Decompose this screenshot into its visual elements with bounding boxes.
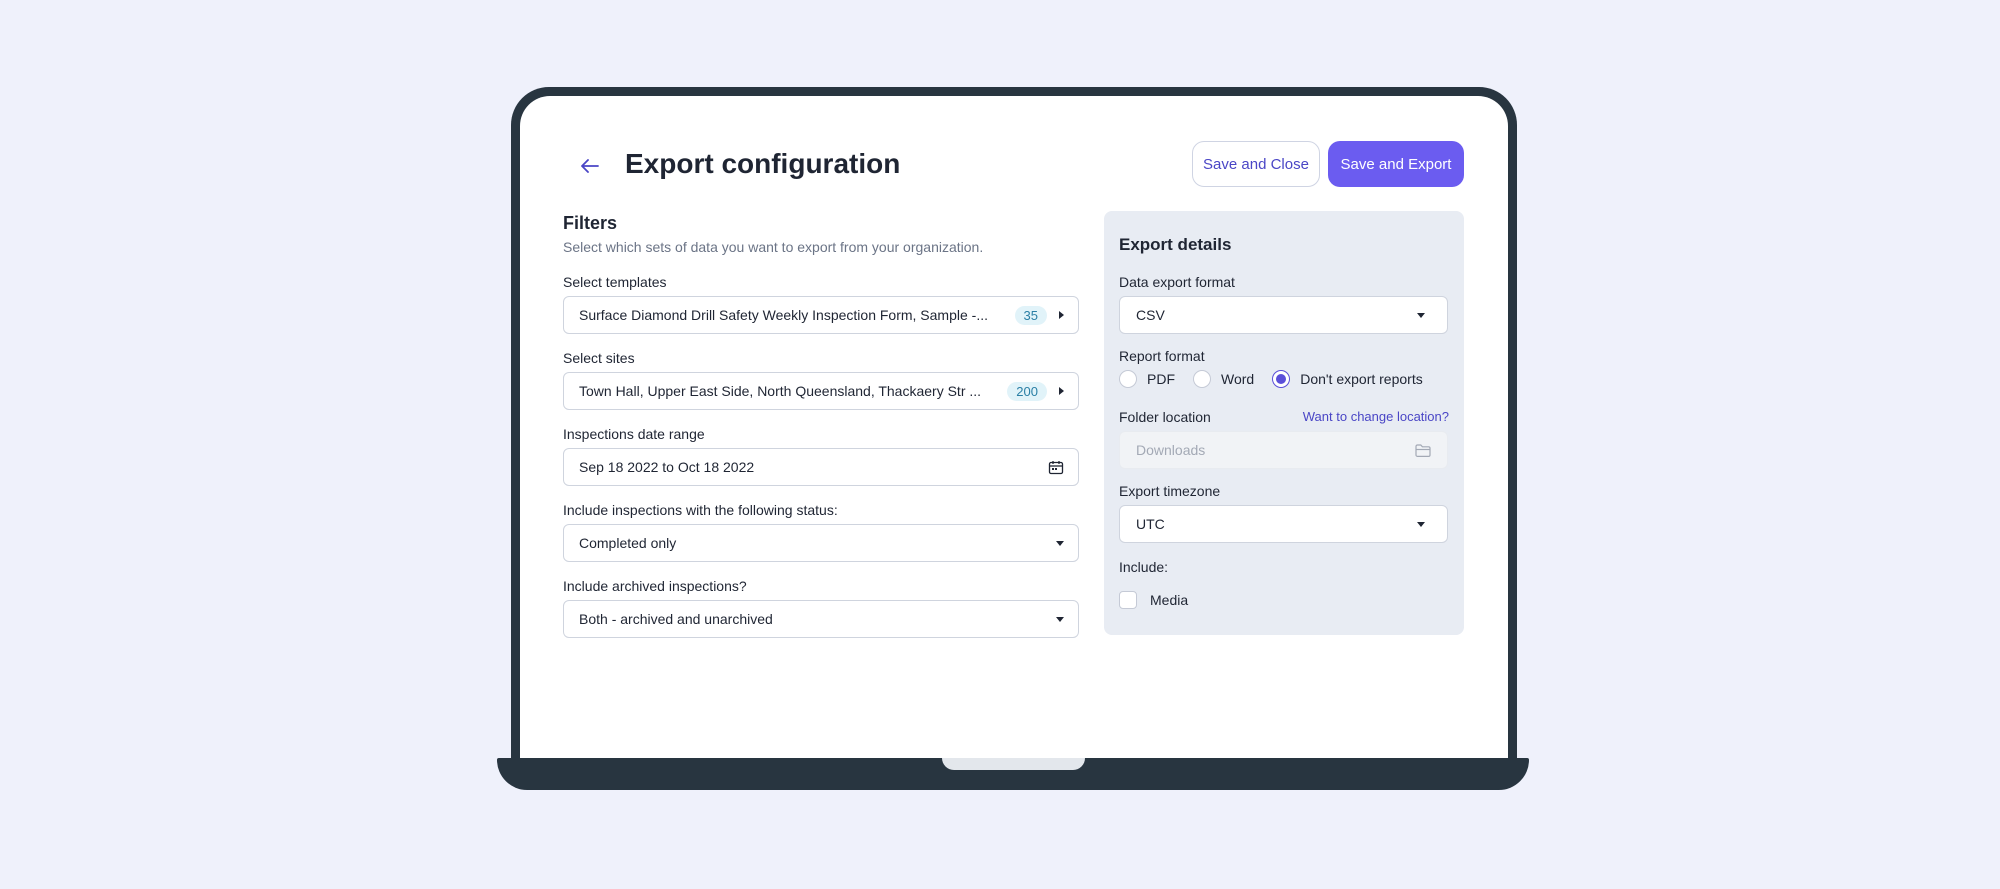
- radio-word-circle: [1193, 370, 1211, 388]
- chevron-down-icon: [1417, 521, 1425, 527]
- date-range-input[interactable]: Sep 18 2022 to Oct 18 2022: [563, 448, 1079, 486]
- data-format-select[interactable]: CSV: [1119, 296, 1448, 334]
- save-and-close-button[interactable]: Save and Close: [1192, 141, 1320, 187]
- report-format-label: Report format: [1119, 348, 1205, 364]
- date-range-label: Inspections date range: [563, 426, 705, 442]
- calendar-icon: [1048, 460, 1064, 474]
- radio-pdf[interactable]: PDF: [1119, 370, 1175, 388]
- caret-right-icon: [1059, 311, 1064, 319]
- laptop-screen: Export configuration Save and Close Save…: [511, 87, 1517, 767]
- timezone-select[interactable]: UTC: [1119, 505, 1448, 543]
- sites-label: Select sites: [563, 350, 635, 366]
- folder-location-placeholder: Downloads: [1136, 442, 1206, 458]
- radio-dont-export-label: Don't export reports: [1300, 371, 1423, 387]
- caret-right-icon: [1059, 387, 1064, 395]
- folder-location-label: Folder location: [1119, 409, 1211, 425]
- chevron-down-icon: [1056, 616, 1064, 622]
- export-details-panel: Export details Data export format CSV Re…: [1104, 211, 1464, 635]
- status-select[interactable]: Completed only: [563, 524, 1079, 562]
- data-format-value: CSV: [1136, 307, 1165, 323]
- sites-select[interactable]: Town Hall, Upper East Side, North Queens…: [563, 372, 1079, 410]
- radio-dont-export-circle: [1272, 370, 1291, 388]
- media-checkbox-row[interactable]: Media: [1119, 591, 1188, 609]
- archived-select[interactable]: Both - archived and unarchived: [563, 600, 1079, 638]
- status-value: Completed only: [579, 535, 677, 551]
- templates-value: Surface Diamond Drill Safety Weekly Insp…: [579, 307, 989, 323]
- chevron-down-icon: [1056, 540, 1064, 546]
- change-location-link[interactable]: Want to change location?: [1303, 409, 1449, 424]
- save-and-export-button[interactable]: Save and Export: [1328, 141, 1464, 187]
- back-button[interactable]: [575, 151, 605, 181]
- templates-count-badge: 35: [1014, 305, 1047, 325]
- timezone-label: Export timezone: [1119, 483, 1221, 499]
- chevron-down-icon: [1417, 312, 1425, 318]
- data-format-label: Data export format: [1119, 274, 1235, 290]
- templates-label: Select templates: [563, 274, 667, 290]
- report-format-options: PDF Word Don't export reports: [1119, 370, 1441, 388]
- date-range-value: Sep 18 2022 to Oct 18 2022: [579, 459, 755, 475]
- radio-pdf-circle: [1119, 370, 1137, 388]
- laptop-notch: [942, 758, 1085, 770]
- app-window: Export configuration Save and Close Save…: [520, 96, 1508, 767]
- arrow-left-icon: [581, 159, 599, 173]
- filters-description: Select which sets of data you want to ex…: [563, 239, 984, 255]
- radio-pdf-label: PDF: [1147, 371, 1175, 387]
- sites-count-badge: 200: [1007, 381, 1047, 401]
- folder-location-input[interactable]: Downloads: [1119, 431, 1448, 469]
- radio-dont-export[interactable]: Don't export reports: [1272, 370, 1423, 388]
- sites-value: Town Hall, Upper East Side, North Queens…: [579, 383, 982, 399]
- status-label: Include inspections with the following s…: [563, 502, 838, 518]
- archived-value: Both - archived and unarchived: [579, 611, 773, 627]
- filters-title: Filters: [563, 213, 618, 233]
- page-title: Export configuration: [625, 148, 901, 179]
- folder-icon: [1415, 443, 1431, 457]
- timezone-value: UTC: [1136, 516, 1165, 532]
- radio-word[interactable]: Word: [1193, 370, 1254, 388]
- templates-select[interactable]: Surface Diamond Drill Safety Weekly Insp…: [563, 296, 1079, 334]
- export-details-title: Export details: [1119, 235, 1232, 254]
- media-label: Media: [1150, 592, 1189, 608]
- media-checkbox[interactable]: [1119, 591, 1137, 609]
- radio-word-label: Word: [1221, 371, 1255, 387]
- archived-label: Include archived inspections?: [563, 578, 747, 594]
- include-label: Include:: [1119, 559, 1169, 575]
